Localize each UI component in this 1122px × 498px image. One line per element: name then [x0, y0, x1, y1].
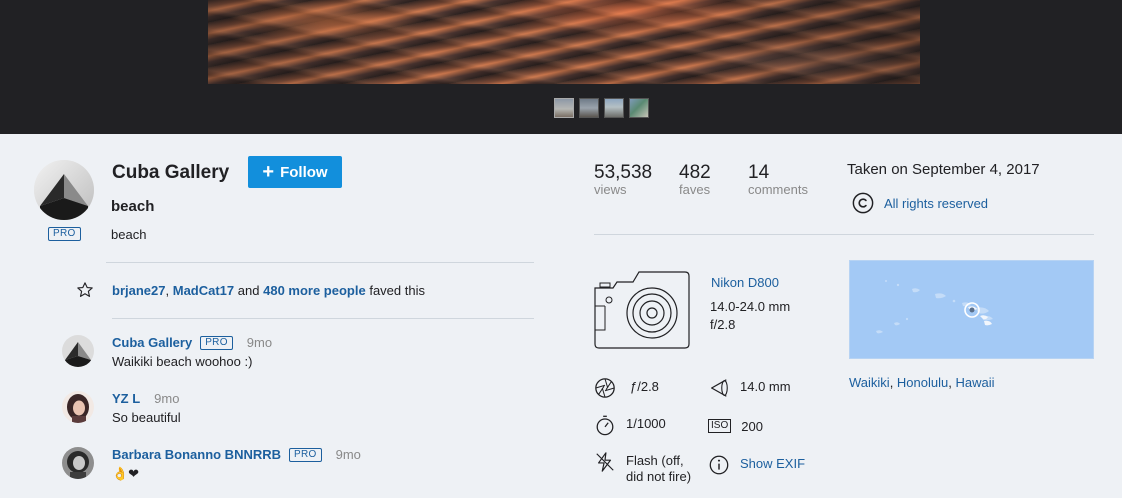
comment-author[interactable]: YZ L — [112, 391, 140, 406]
thumbnail-2[interactable] — [579, 98, 599, 118]
commenter-avatar[interactable] — [62, 391, 94, 423]
photo-description: beach — [111, 227, 147, 242]
exif-aperture-value: ƒ/2.8 — [630, 379, 659, 394]
exif-aperture: ƒ/2.8 — [594, 377, 659, 399]
location-links: Waikiki, Honolulu, Hawaii — [849, 375, 995, 390]
pyramid-logo-icon — [34, 160, 94, 220]
commenter-avatar[interactable] — [62, 447, 94, 479]
user-photo-icon — [62, 447, 94, 479]
more-favers-link[interactable]: 480 more people — [263, 283, 366, 298]
flash-line-2: did not fire) — [626, 469, 692, 484]
commenter-avatar[interactable] — [62, 335, 94, 367]
comment-header: Cuba Gallery PRO 9mo — [112, 335, 272, 350]
exif-shutter-value: 1/1000 — [626, 416, 666, 431]
thumbnail-strip — [554, 98, 649, 118]
flash-off-icon — [596, 452, 614, 472]
user-photo-icon — [62, 391, 94, 423]
exif-focal: 14.0 mm — [708, 377, 791, 399]
exif-iso-value: 200 — [741, 419, 763, 434]
owner-avatar[interactable] — [34, 160, 94, 220]
location-separator: , — [889, 375, 897, 390]
lens-aperture: f/2.8 — [710, 317, 736, 332]
aperture-icon — [595, 378, 615, 398]
copyright-icon — [852, 192, 874, 214]
thumbnail-4[interactable] — [629, 98, 649, 118]
show-exif-link[interactable]: Show EXIF — [740, 454, 805, 472]
exif-flash-value: Flash (off, did not fire) — [626, 451, 691, 485]
follow-label: Follow — [280, 163, 328, 181]
focal-length-icon — [711, 379, 728, 397]
comment-text: So beautiful — [112, 410, 181, 425]
comments-count: 14 — [748, 162, 770, 183]
main-photo[interactable] — [208, 0, 920, 84]
location-map[interactable] — [849, 260, 1094, 359]
faver-link-2[interactable]: MadCat17 — [173, 283, 234, 298]
faves-and: and — [237, 282, 260, 298]
comments-stat[interactable]: 14 comments — [748, 162, 808, 197]
exif-shutter: 1/1000 — [594, 414, 666, 436]
hawaii-map — [876, 280, 993, 334]
exif-flash: Flash (off, did not fire) — [594, 451, 691, 485]
rights-link[interactable]: All rights reserved — [884, 196, 988, 211]
faves-label: faves — [679, 182, 711, 197]
camera-model-link[interactable]: Nikon D800 — [711, 275, 779, 290]
photo-title: beach — [111, 198, 155, 215]
lens-range: 14.0-24.0 mm — [710, 299, 791, 314]
faves-stat[interactable]: 482 faves — [679, 162, 711, 197]
faver-separator: , — [165, 282, 170, 298]
views-label: views — [594, 182, 627, 197]
views-stat: 53,538 views — [594, 162, 652, 197]
exif-iso: ISO 200 — [708, 417, 763, 435]
divider — [112, 318, 534, 319]
info-icon — [709, 455, 729, 475]
owner-name[interactable]: Cuba Gallery — [112, 162, 229, 184]
comment-author[interactable]: Cuba Gallery — [112, 335, 192, 350]
comment-time[interactable]: 9mo — [154, 391, 179, 406]
thumbnail-3[interactable] — [604, 98, 624, 118]
location-county[interactable]: Honolulu — [897, 375, 948, 390]
pro-badge: PRO — [289, 447, 322, 462]
comment-author[interactable]: Barbara Bonanno BNNRRB — [112, 447, 281, 462]
flash-line-1: Flash (off, — [626, 453, 684, 468]
date-taken[interactable]: Taken on September 4, 2017 — [847, 161, 1040, 178]
comment-text: Waikiki beach woohoo :) — [112, 354, 253, 369]
photo-shade — [208, 0, 920, 84]
camera-icon[interactable] — [593, 270, 691, 350]
comment-time[interactable]: 9mo — [247, 335, 272, 350]
location-city[interactable]: Waikiki — [849, 375, 890, 390]
thumbnail-1[interactable] — [554, 98, 574, 118]
exif-focal-value: 14.0 mm — [740, 379, 791, 394]
faves-suffix: faved this — [369, 282, 425, 298]
views-count: 53,538 — [594, 162, 653, 183]
owner-pro-badge: PRO — [48, 227, 81, 241]
plus-icon: + — [262, 161, 275, 183]
comments-label: comments — [748, 182, 808, 197]
pro-badge: PRO — [200, 335, 233, 350]
location-state[interactable]: Hawaii — [955, 375, 994, 390]
exif-show[interactable]: Show EXIF — [708, 454, 805, 476]
faves-row: brjane27, MadCat17 and 480 more people f… — [76, 281, 425, 299]
pyramid-logo-icon — [62, 335, 94, 367]
divider — [594, 234, 1094, 235]
comment-header: YZ L 9mo — [112, 391, 179, 406]
comment-time[interactable]: 9mo — [336, 447, 361, 462]
iso-icon: ISO — [708, 419, 732, 433]
faves-count: 482 — [679, 162, 711, 183]
star-icon[interactable] — [76, 281, 94, 299]
faver-link-1[interactable]: brjane27 — [112, 283, 165, 298]
comment-text: 👌❤ — [112, 466, 140, 481]
stopwatch-icon — [596, 415, 614, 436]
license: All rights reserved — [852, 192, 988, 214]
photo-viewer — [0, 0, 1122, 134]
divider — [106, 262, 534, 263]
comment-header: Barbara Bonanno BNNRRB PRO 9mo — [112, 447, 361, 462]
follow-button[interactable]: + Follow — [248, 156, 342, 188]
